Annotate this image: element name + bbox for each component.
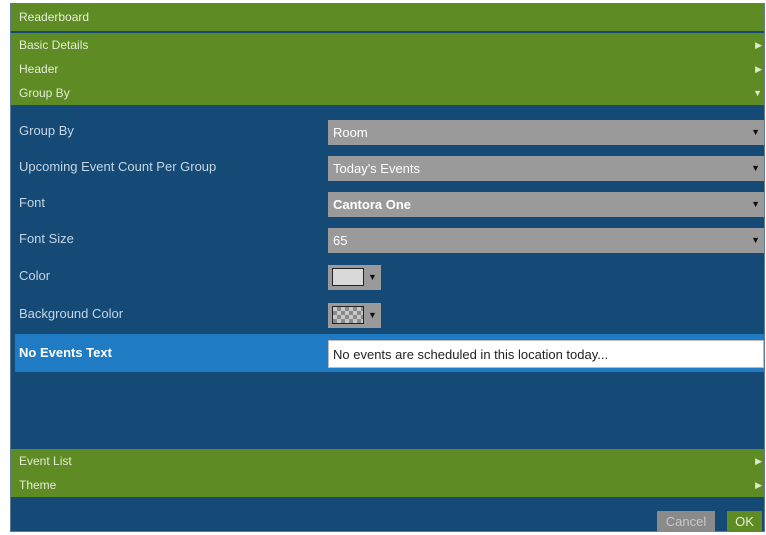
upcoming-event-count-select[interactable]: Today's Events ▼ bbox=[328, 156, 764, 181]
row-font-size: Font Size 65 ▼ bbox=[15, 221, 764, 257]
group-by-label: Group By bbox=[19, 123, 74, 138]
section-event-list[interactable]: Event List ▶ bbox=[11, 449, 764, 473]
section-theme[interactable]: Theme ▶ bbox=[11, 473, 764, 497]
dialog-title: Readerboard bbox=[11, 4, 764, 31]
dropdown-caret-icon: ▼ bbox=[751, 235, 760, 245]
section-label: Event List bbox=[19, 454, 72, 468]
upcoming-event-count-label: Upcoming Event Count Per Group bbox=[19, 159, 217, 174]
row-color: Color ▼ bbox=[15, 258, 764, 294]
row-font: Font Cantora One ▼ bbox=[15, 185, 764, 221]
font-size-label: Font Size bbox=[19, 231, 74, 246]
background-color-label: Background Color bbox=[19, 306, 124, 321]
font-size-select[interactable]: 65 ▼ bbox=[328, 228, 764, 253]
row-no-events-text: No Events Text bbox=[15, 334, 764, 372]
color-label: Color bbox=[19, 268, 51, 283]
section-basic-details[interactable]: Basic Details ▶ bbox=[11, 33, 764, 57]
cancel-button[interactable]: Cancel bbox=[657, 511, 715, 532]
row-background-color: Background Color ▼ bbox=[15, 296, 764, 332]
background-color-picker-button[interactable]: ▼ bbox=[328, 303, 381, 328]
chevron-down-icon: ▼ bbox=[753, 88, 762, 98]
chevron-right-icon: ▶ bbox=[755, 64, 762, 74]
dropdown-caret-icon: ▼ bbox=[751, 199, 760, 209]
color-swatch bbox=[332, 268, 364, 286]
transparent-swatch-icon bbox=[332, 306, 364, 324]
section-group-by[interactable]: Group By ▼ bbox=[11, 81, 764, 105]
chevron-right-icon: ▶ bbox=[755, 40, 762, 50]
font-size-value: 65 bbox=[333, 233, 348, 248]
chevron-right-icon: ▶ bbox=[755, 456, 762, 466]
chevron-right-icon: ▶ bbox=[755, 480, 762, 490]
dropdown-caret-icon: ▼ bbox=[368, 310, 377, 320]
readerboard-dialog: Readerboard Basic Details ▶ Header ▶ Gro… bbox=[10, 3, 765, 532]
dropdown-caret-icon: ▼ bbox=[751, 127, 760, 137]
section-label: Header bbox=[19, 62, 59, 76]
section-label: Group By bbox=[19, 86, 70, 100]
row-upcoming-event-count: Upcoming Event Count Per Group Today's E… bbox=[15, 149, 764, 185]
group-by-value: Room bbox=[333, 125, 368, 140]
dropdown-caret-icon: ▼ bbox=[368, 272, 377, 282]
font-value: Cantora One bbox=[333, 197, 412, 212]
color-picker-button[interactable]: ▼ bbox=[328, 265, 381, 290]
font-select[interactable]: Cantora One ▼ bbox=[328, 192, 764, 217]
group-by-select[interactable]: Room ▼ bbox=[328, 120, 764, 145]
font-label: Font bbox=[19, 195, 46, 210]
no-events-text-input[interactable] bbox=[328, 340, 764, 368]
section-label: Basic Details bbox=[19, 38, 89, 52]
section-header[interactable]: Header ▶ bbox=[11, 57, 764, 81]
upcoming-event-count-value: Today's Events bbox=[333, 161, 421, 176]
dropdown-caret-icon: ▼ bbox=[751, 163, 760, 173]
no-events-text-label: No Events Text bbox=[19, 345, 112, 360]
section-label: Theme bbox=[19, 478, 57, 492]
row-group-by: Group By Room ▼ bbox=[15, 113, 764, 149]
ok-button[interactable]: OK bbox=[727, 511, 762, 532]
